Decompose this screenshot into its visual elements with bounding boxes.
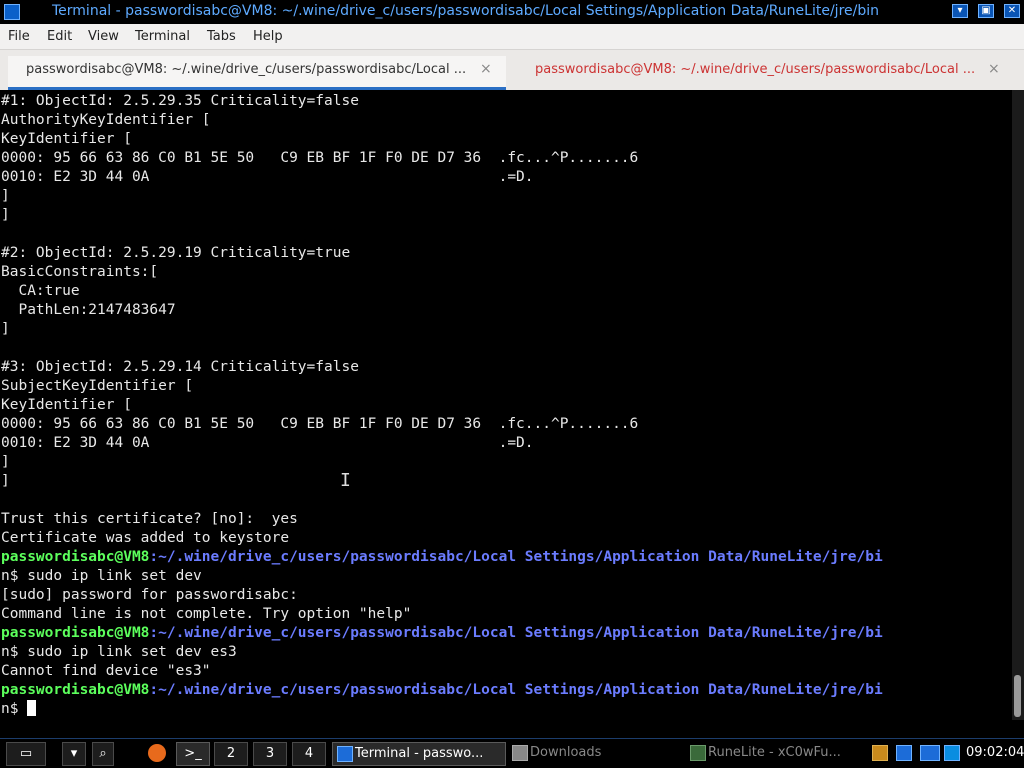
task-terminal[interactable]: Terminal - passwo... [332,742,506,766]
current-prompt-line[interactable]: n$ [1,700,37,719]
terminal-line: ] [1,321,10,337]
folder-icon [512,745,528,761]
tray-folder-icon[interactable] [920,742,940,766]
tab-close-icon[interactable]: × [988,61,1000,77]
menu-view[interactable]: View [88,29,119,44]
terminal-app-icon[interactable] [4,4,20,20]
terminal-line: n$ sudo ip link set dev es3 [1,644,237,660]
terminal-line: ] [1,188,10,204]
tab-label: passwordisabc@VM8: ~/.wine/drive_c/users… [26,62,467,77]
runelite-icon [690,745,706,761]
tab-terminal-2[interactable]: passwordisabc@VM8: ~/.wine/drive_c/users… [508,56,1016,90]
task-label: Terminal - passwo... [355,746,484,761]
tray-icon[interactable] [896,742,914,766]
menu-edit[interactable]: Edit [47,29,72,44]
window-title: Terminal - passwordisabc@VM8: ~/.wine/dr… [52,3,879,19]
prompt-path: :~/.wine/drive_c/users/passwordisabc/Loc… [149,625,883,641]
menu-terminal[interactable]: Terminal [135,29,190,44]
prompt-user: passwordisabc@VM8 [1,549,150,565]
tray-network-icon[interactable] [944,742,962,766]
terminal-line: Command line is not complete. Try option… [1,606,412,622]
terminal-output[interactable]: #1: ObjectId: 2.5.29.35 Criticality=fals… [0,90,1012,720]
search-icon[interactable]: ⌕ [92,742,114,766]
maximize-icon[interactable]: ▣ [978,4,994,18]
task-label: Downloads [530,745,602,760]
window-list-icon[interactable]: ▾ [62,742,86,766]
tab-bar: passwordisabc@VM8: ~/.wine/drive_c/users… [0,50,1024,90]
window-titlebar[interactable]: Terminal - passwordisabc@VM8: ~/.wine/dr… [0,0,1024,24]
terminal-scrollbar[interactable] [1012,90,1024,720]
terminal-line: KeyIdentifier [ [1,131,132,147]
scrollbar-thumb[interactable] [1014,675,1021,717]
terminal-icon [337,746,353,762]
terminal-line: BasicConstraints:[ [1,264,159,280]
terminal-line: [sudo] password for passwordisabc: [1,587,298,603]
task-downloads[interactable]: Downloads [510,742,680,766]
terminal-line: n$ sudo ip link set dev [1,568,202,584]
terminal-line: #1: ObjectId: 2.5.29.35 Criticality=fals… [1,93,359,109]
terminal-line: 0010: E2 3D 44 0A .=D. [1,169,534,185]
workspace-3-button[interactable]: 3 [253,742,287,766]
tab-close-icon[interactable]: × [480,61,492,77]
prompt-path: :~/.wine/drive_c/users/passwordisabc/Loc… [149,682,883,698]
prompt-user: passwordisabc@VM8 [1,625,150,641]
prompt-user: passwordisabc@VM8 [1,682,150,698]
tab-label: passwordisabc@VM8: ~/.wine/drive_c/users… [535,62,976,77]
terminal-line: ] [1,207,10,223]
prompt-line: passwordisabc@VM8:~/.wine/drive_c/users/… [1,624,883,643]
terminal-line: #3: ObjectId: 2.5.29.14 Criticality=fals… [1,359,359,375]
terminal-line: 0000: 95 66 63 86 C0 B1 5E 50 C9 EB BF 1… [1,150,639,166]
menu-file[interactable]: File [8,29,30,44]
terminal-line: CA:true [1,283,80,299]
terminal-line: Trust this certificate? [no]: yes [1,511,298,527]
terminal-line: AuthorityKeyIdentifier [ [1,112,211,128]
workspace-2-button[interactable]: 2 [214,742,248,766]
ibeam-mouse-pointer-icon: I [340,470,351,491]
menu-help[interactable]: Help [253,29,283,44]
terminal-line: SubjectKeyIdentifier [ [1,378,194,394]
prompt-path: :~/.wine/drive_c/users/passwordisabc/Loc… [149,549,883,565]
taskbar-clock[interactable]: 09:02:04 [966,745,1024,760]
prompt-line: passwordisabc@VM8:~/.wine/drive_c/users/… [1,548,883,567]
prompt-line: passwordisabc@VM8:~/.wine/drive_c/users/… [1,681,883,700]
terminal-line: ] [1,454,10,470]
close-icon[interactable]: ✕ [1004,4,1020,18]
terminal-line: 0000: 95 66 63 86 C0 B1 5E 50 C9 EB BF 1… [1,416,639,432]
terminal-line: PathLen:2147483647 [1,302,176,318]
tray-icon[interactable] [872,742,890,766]
terminal-line: KeyIdentifier [ [1,397,132,413]
show-desktop-button[interactable]: ▭ [6,742,46,766]
terminal-line: 0010: E2 3D 44 0A .=D. [1,435,534,451]
task-label: RuneLite - xC0wFu... [708,745,841,760]
taskbar: ▭ ▾ ⌕ >_ 2 3 4 Terminal - passwo... Down… [0,738,1024,768]
terminal-line: Certificate was added to keystore [1,530,290,546]
menu-tabs[interactable]: Tabs [207,29,236,44]
terminal-bottom-edge [0,720,1024,738]
terminal-line: #2: ObjectId: 2.5.29.19 Criticality=true [1,245,351,261]
minimize-icon[interactable]: ▾ [952,4,968,18]
menu-bar: File Edit View Terminal Tabs Help [0,24,1024,50]
workspace-1-terminal-icon[interactable]: >_ [176,742,210,766]
tab-terminal-1[interactable]: passwordisabc@VM8: ~/.wine/drive_c/users… [8,56,506,90]
workspace-4-button[interactable]: 4 [292,742,326,766]
text-cursor [27,700,37,716]
terminal-line: Cannot find device "es3" [1,663,211,679]
prompt-tail: n$ [1,701,28,717]
firefox-icon[interactable] [146,742,168,766]
terminal-line: ] [1,473,10,489]
task-runelite[interactable]: RuneLite - xC0wFu... [688,742,863,766]
